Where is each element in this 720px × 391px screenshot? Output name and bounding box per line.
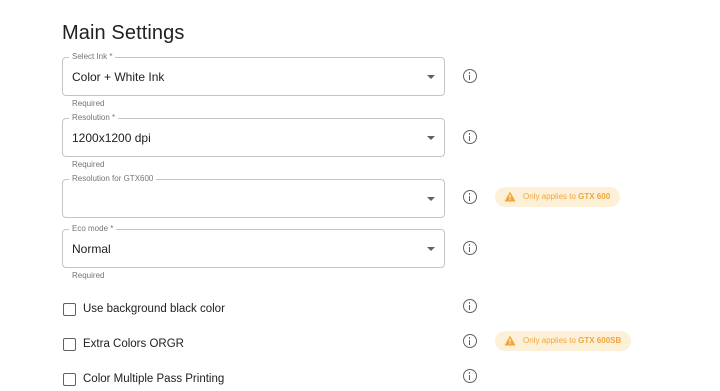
resolution-helper: Required bbox=[72, 160, 105, 169]
info-icon[interactable] bbox=[463, 69, 477, 83]
select-ink-value: Color + White Ink bbox=[72, 70, 165, 84]
resolution-label: Resolution * bbox=[69, 113, 119, 123]
background-black-label: Use background black color bbox=[83, 303, 225, 315]
info-icon[interactable] bbox=[463, 130, 477, 144]
eco-mode-dropdown[interactable]: Eco mode * Normal bbox=[62, 224, 445, 268]
gtx600sb-notice-chip: Only applies to GTX 600SB bbox=[495, 331, 632, 351]
info-icon[interactable] bbox=[463, 334, 477, 348]
select-ink-label: Select Ink * bbox=[69, 52, 116, 62]
select-ink-helper: Required bbox=[72, 99, 105, 108]
caret-down-icon bbox=[427, 247, 435, 251]
page-title: Main Settings bbox=[62, 22, 185, 44]
caret-down-icon bbox=[427, 197, 435, 201]
resolution-dropdown[interactable]: Resolution * 1200x1200 dpi bbox=[62, 113, 445, 157]
background-black-checkbox[interactable] bbox=[63, 303, 76, 316]
info-icon[interactable] bbox=[463, 241, 477, 255]
caret-down-icon bbox=[427, 75, 435, 79]
resolution-value: 1200x1200 dpi bbox=[72, 131, 151, 145]
chip-text: Only applies to bbox=[523, 336, 579, 345]
extra-colors-checkbox[interactable] bbox=[63, 338, 76, 351]
resolution-gtx600-label: Resolution for GTX600 bbox=[69, 174, 157, 184]
chip-model: GTX 600 bbox=[578, 192, 611, 201]
resolution-gtx600-dropdown[interactable]: Resolution for GTX600 bbox=[62, 174, 445, 218]
chip-text: Only applies to bbox=[523, 192, 579, 201]
info-icon[interactable] bbox=[463, 299, 477, 313]
multiple-pass-checkbox[interactable] bbox=[63, 373, 76, 386]
info-icon[interactable] bbox=[463, 369, 477, 383]
caret-down-icon bbox=[427, 136, 435, 140]
select-ink-dropdown[interactable]: Select Ink * Color + White Ink bbox=[62, 52, 445, 96]
eco-mode-label: Eco mode * bbox=[69, 224, 117, 234]
warning-triangle-icon bbox=[504, 335, 516, 346]
eco-mode-helper: Required bbox=[72, 271, 105, 280]
warning-triangle-icon bbox=[504, 191, 516, 202]
gtx600-notice-chip: Only applies to GTX 600 bbox=[495, 187, 621, 207]
multiple-pass-label: Color Multiple Pass Printing bbox=[83, 373, 225, 385]
eco-mode-value: Normal bbox=[72, 242, 111, 256]
info-icon[interactable] bbox=[463, 190, 477, 204]
extra-colors-label: Extra Colors ORGR bbox=[83, 338, 184, 350]
chip-model: GTX 600SB bbox=[578, 336, 622, 345]
